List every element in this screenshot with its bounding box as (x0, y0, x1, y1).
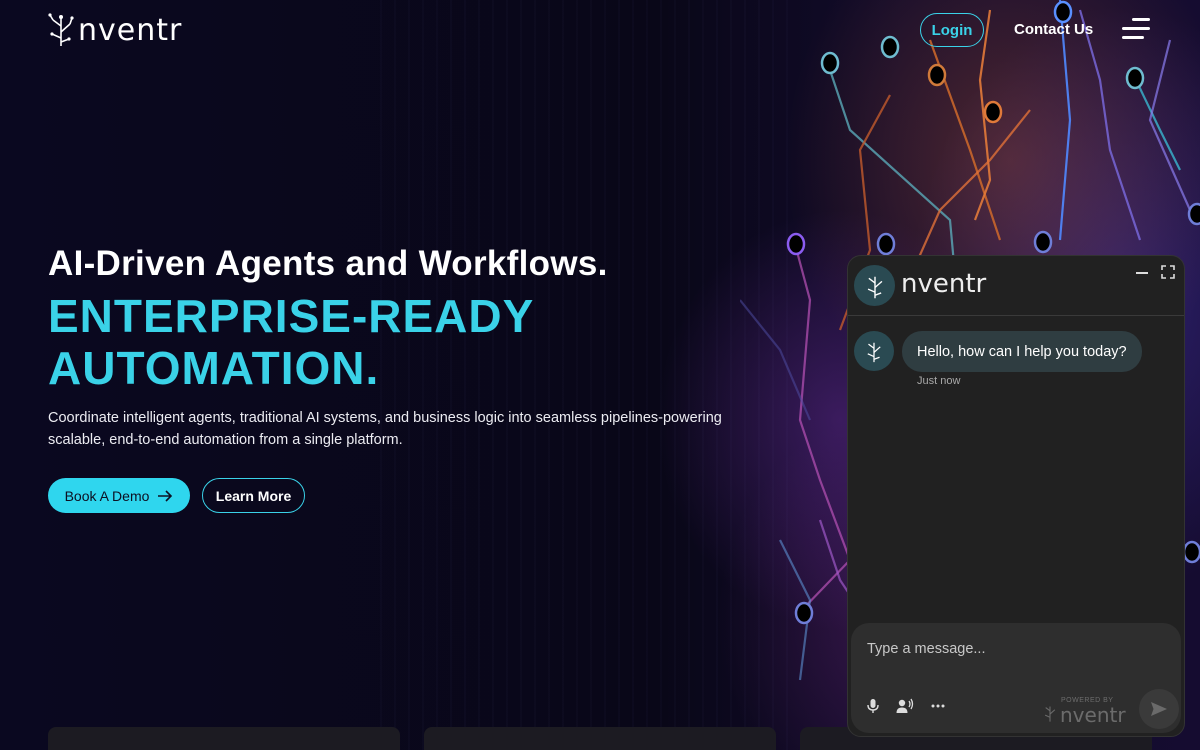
tree-logo-icon (1044, 706, 1056, 722)
powered-by-badge: POWERED BY nventr (1043, 697, 1133, 728)
menu-line (1122, 27, 1150, 30)
hamburger-menu-icon[interactable] (1122, 18, 1150, 42)
chat-brand-title: nventr (901, 269, 987, 299)
send-icon (1151, 702, 1167, 716)
contact-us-link[interactable]: Contact Us (1014, 21, 1093, 38)
microphone-icon[interactable] (863, 696, 883, 716)
hero-accent-heading: ENTERPRISE-READY AUTOMATION. (48, 290, 648, 394)
powered-by-brand: nventr (1060, 703, 1126, 727)
menu-line (1132, 18, 1150, 21)
bot-message-bubble: Hello, how can I help you today? (902, 331, 1142, 372)
arrow-right-icon (158, 489, 173, 502)
minimize-icon[interactable] (1136, 272, 1148, 274)
chat-header: nventr (848, 256, 1184, 316)
stat-card (424, 727, 776, 750)
message-input[interactable] (867, 637, 1167, 661)
tree-logo-icon (867, 276, 882, 298)
hero-description: Coordinate intelligent agents, tradition… (48, 410, 722, 448)
voice-mode-icon[interactable] (895, 696, 915, 716)
fullscreen-icon[interactable] (1161, 265, 1175, 279)
send-button[interactable] (1139, 689, 1179, 729)
tree-logo-icon (867, 342, 881, 363)
hero-title: AI-Driven Agents and Workflows. (48, 244, 608, 283)
stat-card (48, 727, 400, 750)
brand-logo[interactable]: nventr (48, 12, 182, 48)
chat-widget: nventr Hello, how can I help you today? … (847, 255, 1185, 737)
login-button[interactable]: Login (920, 13, 984, 47)
book-demo-label: Book A Demo (64, 487, 150, 504)
more-options-icon[interactable] (928, 696, 948, 716)
hero-accent-line-2: AUTOMATION. (48, 342, 380, 394)
tree-logo-icon (48, 13, 74, 46)
message-timestamp: Just now (917, 375, 961, 387)
message-bot-avatar (854, 331, 894, 371)
book-demo-button[interactable]: Book A Demo (48, 478, 190, 513)
hero-accent-line-1: ENTERPRISE-READY (48, 290, 535, 342)
chat-bot-avatar (854, 265, 895, 306)
learn-more-button[interactable]: Learn More (202, 478, 305, 513)
brand-name: nventr (78, 12, 183, 48)
menu-line (1122, 36, 1144, 39)
message-composer: POWERED BY nventr (851, 623, 1181, 733)
